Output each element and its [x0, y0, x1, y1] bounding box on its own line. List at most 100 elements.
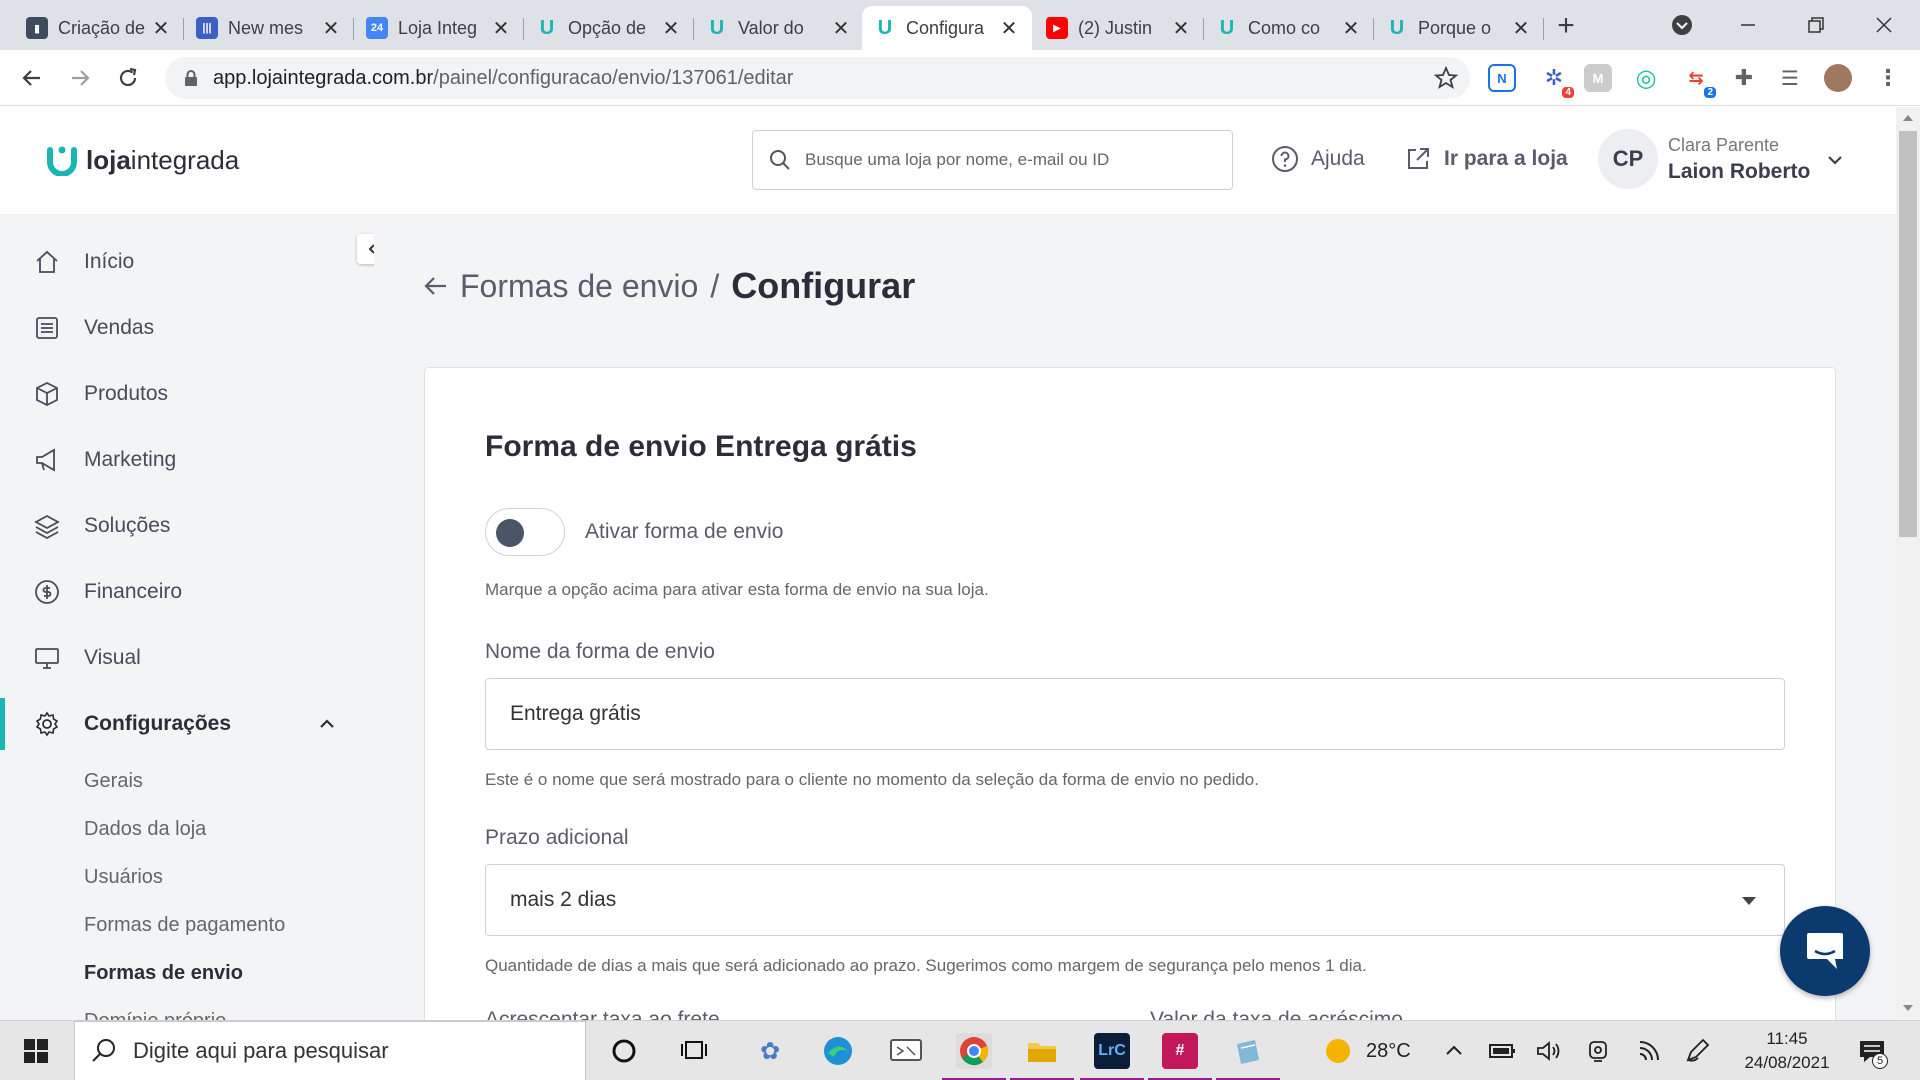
taskbar-search-box[interactable]: Digite aqui para pesquisar [74, 1021, 586, 1080]
lightroom-classic-icon[interactable]: LrC [1080, 1033, 1144, 1080]
sidebar-item-solucoes[interactable]: Soluções [0, 506, 374, 546]
slack-icon[interactable]: # [1148, 1033, 1212, 1080]
home-icon [36, 250, 58, 273]
reload-icon[interactable] [110, 60, 146, 96]
close-tab-icon[interactable]: ✕ [1170, 16, 1192, 41]
grammarly-extension-icon[interactable]: ◎ [1632, 64, 1660, 92]
sidebar-subitem-gerais[interactable]: Gerais [84, 770, 143, 793]
new-tab-button[interactable]: + [1548, 8, 1584, 44]
scroll-up-arrow-icon[interactable] [1903, 115, 1913, 121]
scrollbar-thumb[interactable] [1899, 131, 1917, 537]
go-to-store-link[interactable]: Ir para a loja [1404, 145, 1568, 173]
close-window-icon[interactable] [1854, 0, 1914, 50]
close-tab-icon[interactable]: ✕ [150, 16, 172, 41]
sidebar-item-inicio[interactable]: Início [0, 242, 374, 282]
browser-tab[interactable]: ▶ (2) Justin ✕ [1034, 6, 1204, 50]
browser-menu-icon[interactable]: ⋮ [1874, 64, 1902, 92]
user-avatar[interactable]: CP [1598, 129, 1658, 189]
cortana-icon[interactable] [606, 1033, 642, 1069]
address-bar[interactable]: app.lojaintegrada.com.br/painel/configur… [165, 57, 1470, 99]
close-tab-icon[interactable]: ✕ [1510, 16, 1532, 41]
profile-avatar-icon[interactable] [1824, 64, 1852, 92]
close-tab-icon[interactable]: ✕ [490, 16, 512, 41]
search-icon [92, 1039, 115, 1062]
sidebar-subitem-formas-de-pagamento[interactable]: Formas de pagamento [84, 914, 285, 937]
bookmark-star-icon[interactable] [1434, 66, 1458, 90]
m-extension-icon[interactable]: M [1584, 64, 1612, 92]
close-tab-icon[interactable]: ✕ [660, 16, 682, 41]
page-scrollbar[interactable] [1896, 107, 1920, 1020]
restore-icon[interactable] [1786, 0, 1846, 50]
notion-extension-icon[interactable]: N [1488, 64, 1516, 92]
media-queue-icon[interactable]: ☰ [1776, 64, 1804, 92]
battery-icon[interactable] [1488, 1021, 1516, 1080]
sidebar-subitem-dominio-proprio[interactable]: Domínio próprio [84, 1010, 226, 1020]
sidebar-item-vendas[interactable]: Vendas [0, 308, 374, 348]
browser-tab[interactable]: 24 Loja Integ ✕ [354, 6, 524, 50]
browser-tab[interactable]: ▮ Criação de ✕ [14, 6, 184, 50]
scroll-down-arrow-icon[interactable] [1903, 1005, 1913, 1011]
browser-tab[interactable]: U Opção de ✕ [524, 6, 694, 50]
browser-tab-bar: ▮ Criação de ✕ ||| New mes ✕ 24 Loja Int… [0, 0, 1920, 50]
user-account-menu[interactable]: Clara Parente Laion Roberto [1668, 135, 1810, 184]
sidebar-item-marketing[interactable]: Marketing [0, 440, 374, 480]
shipping-name-field[interactable] [485, 678, 1785, 750]
browser-tab[interactable]: ||| New mes ✕ [184, 6, 354, 50]
browser-tab-active[interactable]: U Configura ✕ [862, 6, 1032, 50]
system-clock[interactable]: 11:45 24/08/2021 [1732, 1027, 1842, 1075]
store-search-box[interactable] [752, 130, 1233, 190]
sidebar-subitem-dados-da-loja[interactable]: Dados da loja [84, 818, 206, 841]
share-extension-icon[interactable]: ⇆ 2 [1682, 64, 1716, 98]
pen-icon[interactable] [1684, 1021, 1710, 1080]
windows-start-icon[interactable] [18, 1033, 54, 1069]
asterisk-extension-icon[interactable]: ✲ 4 [1540, 64, 1574, 98]
puzzle-extensions-icon[interactable]: ✚ [1730, 64, 1758, 92]
windows-taskbar: Digite aqui para pesquisar ✿ LrC # 28°C … [0, 1020, 1920, 1080]
camera-icon[interactable] [1586, 1021, 1610, 1080]
activate-shipping-toggle[interactable] [485, 508, 565, 556]
shipping-name-input[interactable] [510, 702, 1710, 726]
sidebar-item-financeiro[interactable]: Financeiro [0, 572, 374, 612]
file-explorer-icon[interactable] [1010, 1033, 1074, 1080]
close-tab-icon[interactable]: ✕ [998, 16, 1020, 41]
task-view-icon[interactable] [676, 1033, 712, 1069]
sidebar-subitem-usuarios[interactable]: Usuários [84, 866, 163, 889]
breadcrumb-parent-link[interactable]: Formas de envio [460, 268, 698, 305]
notification-center-icon[interactable]: 5 [1858, 1021, 1888, 1080]
weather-widget[interactable]: 28°C [1324, 1021, 1411, 1080]
help-link[interactable]: Ajuda [1271, 145, 1365, 173]
browser-tab[interactable]: U Porque o ✕ [1374, 6, 1544, 50]
chat-support-button[interactable] [1780, 906, 1870, 996]
notepad-icon[interactable] [1216, 1033, 1280, 1080]
sidebar-item-visual[interactable]: Visual [0, 638, 374, 678]
tab-search-icon[interactable] [1652, 0, 1712, 50]
fee-value-label: Valor da taxa de acréscimo [1150, 1008, 1403, 1020]
close-tab-icon[interactable]: ✕ [320, 16, 342, 41]
sidebar-subitem-formas-de-envio[interactable]: Formas de envio [84, 962, 243, 985]
minimize-icon[interactable] [1718, 0, 1778, 50]
sidebar-item-produtos[interactable]: Produtos [0, 374, 374, 414]
back-arrow-icon[interactable] [422, 273, 448, 299]
forward-arrow-icon[interactable] [62, 60, 98, 96]
pinwheel-app-icon[interactable]: ✿ [752, 1033, 788, 1069]
browser-tab[interactable]: U Como co ✕ [1204, 6, 1374, 50]
shipping-form-card: Forma de envio Entrega grátis Ativar for… [424, 367, 1836, 1020]
chrome-browser-icon[interactable] [942, 1033, 1006, 1080]
chevron-down-icon[interactable] [1826, 151, 1844, 169]
close-tab-icon[interactable]: ✕ [1340, 16, 1362, 41]
snip-tool-icon[interactable] [888, 1033, 924, 1069]
tab-title: Opção de [568, 17, 647, 38]
back-arrow-icon[interactable] [14, 60, 50, 96]
sidebar-item-configuracoes[interactable]: Configurações [0, 698, 374, 750]
show-hidden-icons-icon[interactable] [1444, 1021, 1464, 1080]
lojaintegrada-logo[interactable]: loja integrada [46, 145, 239, 176]
deadline-select[interactable]: mais 2 dias [485, 864, 1785, 936]
gear-icon [35, 711, 59, 737]
store-search-input[interactable] [805, 150, 1205, 170]
browser-tab[interactable]: U Valor do ✕ [694, 6, 864, 50]
tab-title: New mes [228, 17, 304, 38]
wifi-icon[interactable] [1636, 1021, 1662, 1080]
edge-browser-icon[interactable] [820, 1033, 856, 1069]
close-tab-icon[interactable]: ✕ [830, 16, 852, 41]
volume-icon[interactable] [1536, 1021, 1562, 1080]
